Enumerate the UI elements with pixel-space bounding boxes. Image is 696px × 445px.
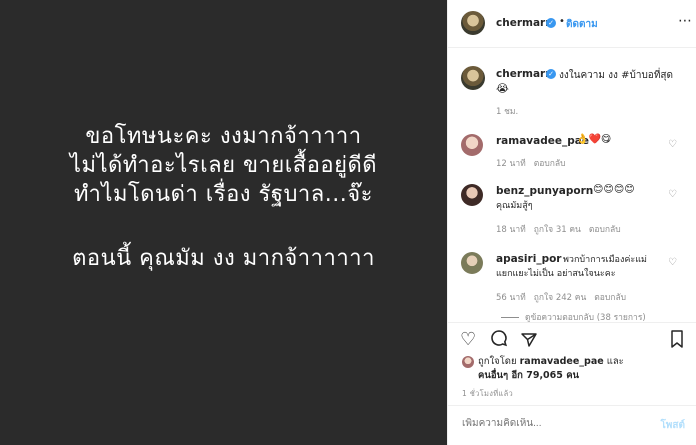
comment-username[interactable]: ramavadee_pae bbox=[496, 135, 589, 147]
comment-meta: 56 นาที ถูกใจ 242 คน ตอบกลับ bbox=[496, 290, 634, 304]
comment-bubble-icon[interactable] bbox=[490, 329, 508, 352]
comment-input[interactable] bbox=[462, 418, 642, 429]
liker-avatar[interactable] bbox=[462, 356, 474, 368]
replies-divider bbox=[501, 317, 519, 318]
caption-avatar[interactable] bbox=[461, 66, 485, 90]
comment-meta: 12 นาที ตอบกลับ bbox=[496, 156, 574, 170]
author-avatar[interactable] bbox=[461, 11, 485, 35]
post-timestamp[interactable]: 1 ชั่วโมงที่แล้ว bbox=[462, 388, 513, 400]
comment-text: พวกบ้าการเมืองค่ะแม่ bbox=[563, 255, 647, 265]
comment-time[interactable]: 12 นาที bbox=[496, 159, 526, 169]
caption-text: งงในความ งง #บ้าบอที่สุด bbox=[559, 70, 674, 81]
comment-like-heart-icon[interactable]: ♡ bbox=[668, 189, 677, 200]
comment-box: โพสต์ bbox=[448, 405, 696, 445]
share-send-icon[interactable] bbox=[520, 331, 538, 354]
post-image[interactable]: ขอโทษนะคะ งงมากจ้าาาาา ไม่ได้ทำอะไรเลย ข… bbox=[0, 0, 447, 445]
commenter-avatar[interactable] bbox=[461, 184, 483, 206]
comment-meta: 18 นาที ถูกใจ 31 คน ตอบกลับ bbox=[496, 222, 629, 236]
commenter-avatar[interactable] bbox=[461, 252, 483, 274]
comment-text: 😊😊😊😊 bbox=[593, 184, 635, 195]
image-text-line-3: ทำไมโดนด่า เรื่อง รัฐบาล...จ๊ะ bbox=[74, 182, 373, 207]
likes-others[interactable]: คนอื่นๆ อีก 79,065 คน bbox=[478, 368, 579, 383]
comment-likes[interactable]: ถูกใจ 31 คน bbox=[534, 225, 581, 235]
verified-badge-icon: ✓ bbox=[546, 69, 556, 79]
reply-button[interactable]: ตอบกลับ bbox=[594, 293, 626, 303]
likes-others-count[interactable]: คนอื่นๆ อีก 79,065 คน bbox=[478, 370, 579, 381]
likes-prefix: ถูกใจโดย bbox=[478, 356, 517, 367]
verified-badge-icon: ✓ bbox=[546, 18, 556, 28]
liker-username[interactable]: ramavadee_pae bbox=[520, 356, 604, 367]
post-side-panel: chermarn ✓ • ติดตาม ⋯ chermarn ✓ งงในควา… bbox=[447, 0, 696, 445]
reply-button[interactable]: ตอบกลับ bbox=[589, 225, 621, 235]
caption-emoji: 😭 bbox=[496, 82, 509, 95]
comment-like-heart-icon[interactable]: ♡ bbox=[668, 257, 677, 268]
caption-time[interactable]: 1 ชม. bbox=[496, 104, 518, 118]
comment-text-line-2: แยกแยะไม่เป็น อย่าสนใจนะคะ bbox=[496, 269, 616, 279]
like-heart-icon[interactable]: ♡ bbox=[460, 329, 476, 350]
comment-time[interactable]: 56 นาที bbox=[496, 293, 526, 303]
comment-username[interactable]: benz_punyaporn bbox=[496, 185, 593, 197]
caption-username[interactable]: chermarn bbox=[496, 68, 553, 80]
comment-username[interactable]: apasiri_por bbox=[496, 253, 561, 265]
likes-and: และ bbox=[606, 356, 624, 367]
comment-like-heart-icon[interactable]: ♡ bbox=[668, 139, 677, 150]
more-options-icon[interactable]: ⋯ bbox=[678, 13, 692, 29]
commenter-avatar[interactable] bbox=[461, 134, 483, 156]
comment-text: 👌❤️😋 bbox=[576, 134, 612, 145]
likes-summary: ถูกใจโดย ramavadee_pae และ bbox=[478, 354, 624, 369]
comment-likes[interactable]: ถูกใจ 242 คน bbox=[534, 293, 587, 303]
author-username[interactable]: chermarn bbox=[496, 17, 553, 29]
image-text-line-4: ตอนนี้ คุณมัม งง มากจ้าาาาาา bbox=[72, 246, 375, 271]
reply-button[interactable]: ตอบกลับ bbox=[534, 159, 566, 169]
bookmark-icon[interactable] bbox=[670, 330, 684, 353]
post-comment-button[interactable]: โพสต์ bbox=[660, 418, 685, 433]
comment-time[interactable]: 18 นาที bbox=[496, 225, 526, 235]
post-header: chermarn ✓ • ติดตาม ⋯ bbox=[448, 0, 696, 48]
separator-dot: • bbox=[559, 16, 565, 27]
comment-text-line-2: คุณมัมสู้ๆ bbox=[496, 201, 533, 211]
follow-button[interactable]: ติดตาม bbox=[566, 17, 598, 32]
